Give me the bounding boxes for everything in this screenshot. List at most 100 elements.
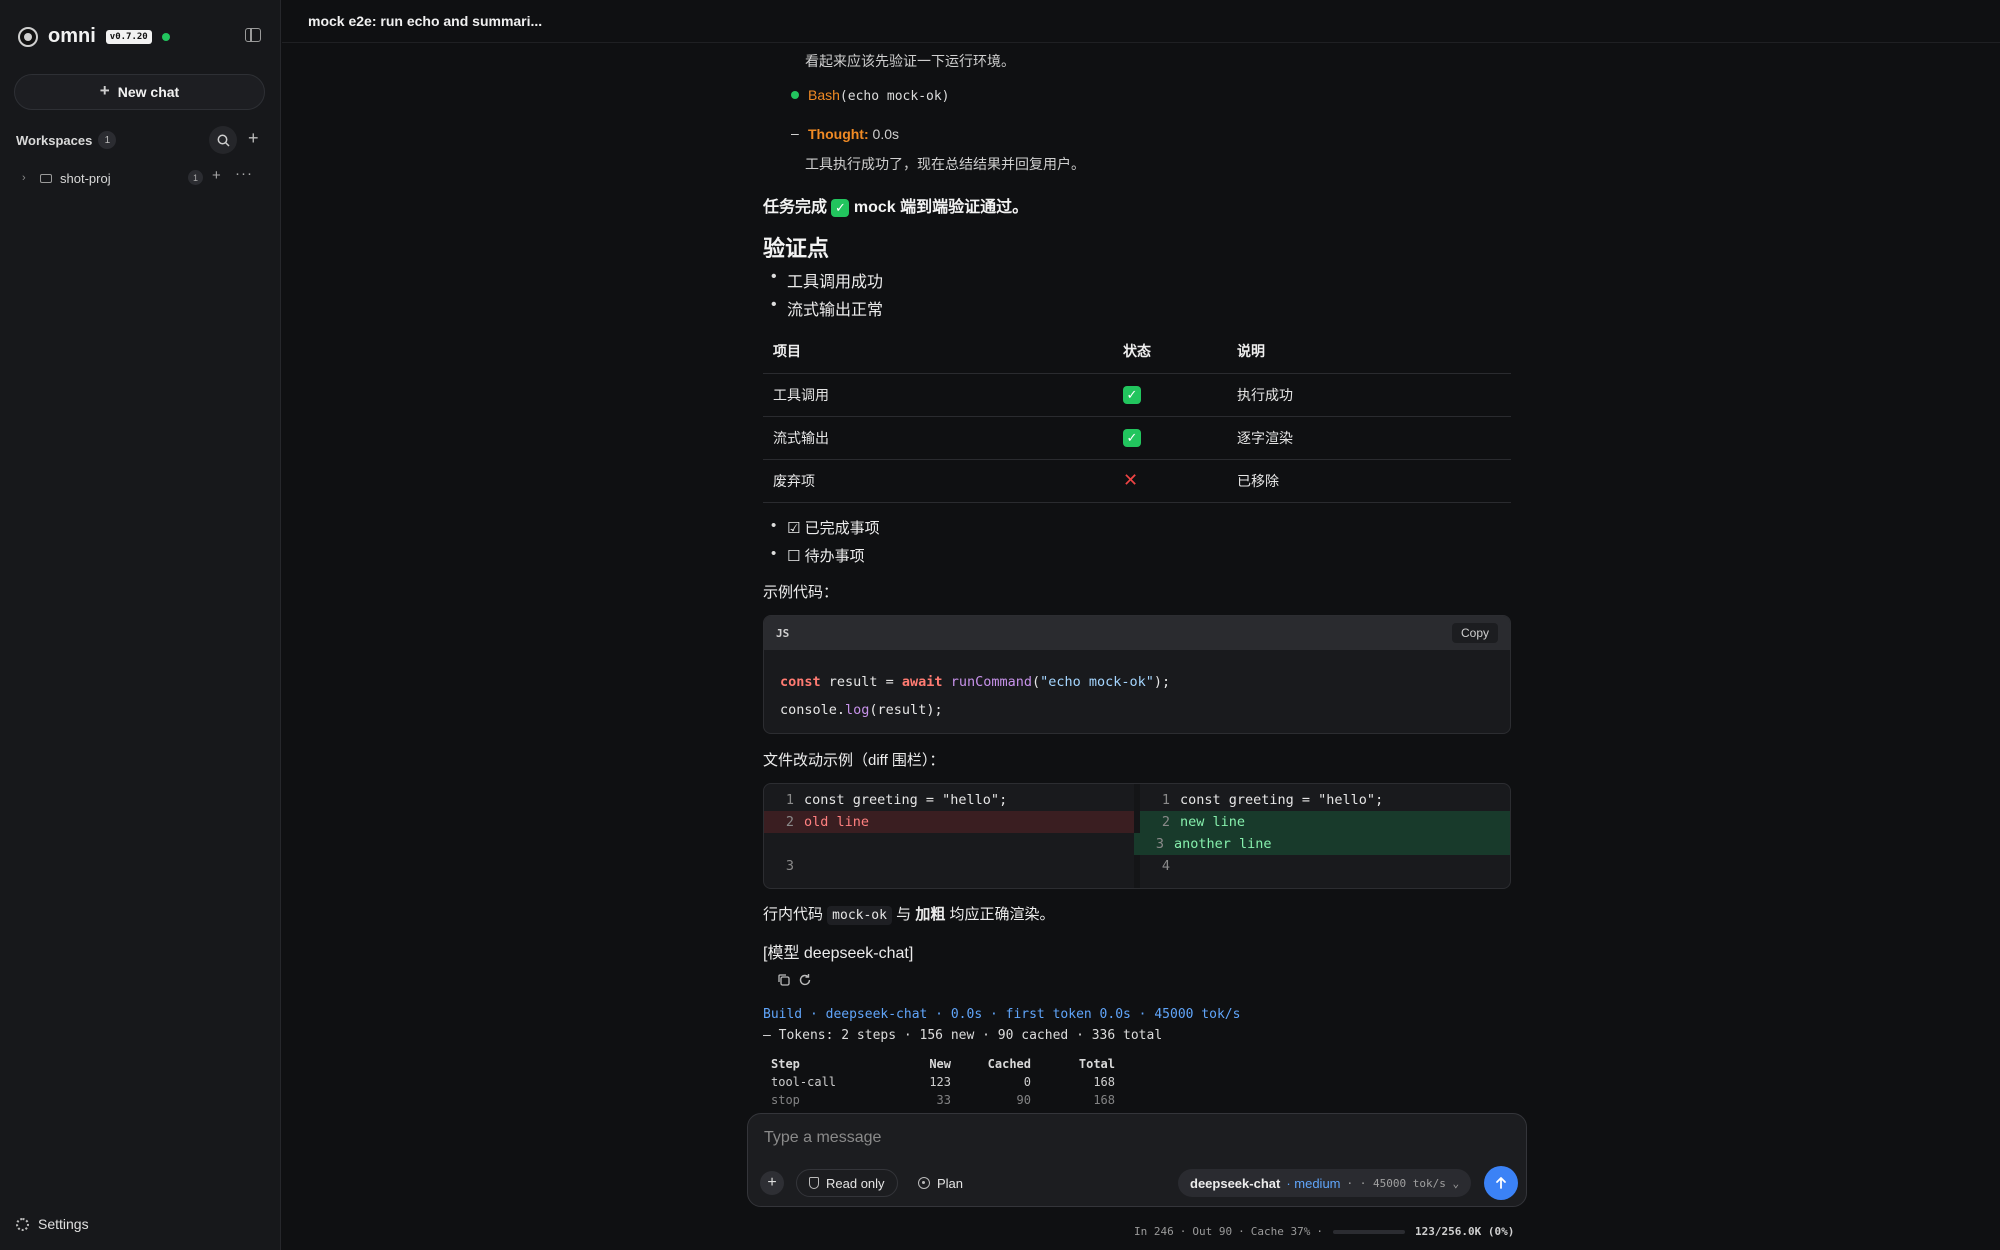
completion-summary: 任务完成 ✓ mock 端到端验证通过。 <box>763 193 1028 217</box>
code-language: JS <box>776 626 790 640</box>
thought-header: Thought: 0.0s <box>808 126 899 142</box>
table-cell: 168 <box>1093 1075 1115 1089</box>
output-tokens: Out 90 <box>1192 1225 1233 1238</box>
diff-left-row: 1 const greeting = "hello"; <box>764 789 1134 811</box>
table-cell: 168 <box>1093 1093 1115 1107</box>
code-block: JS Copy const result = await runCommand(… <box>763 615 1511 734</box>
send-button[interactable] <box>1484 1166 1518 1200</box>
line-number: 1 <box>1161 792 1170 808</box>
bash-command: (echo mock-ok) <box>839 89 950 104</box>
topbar: mock e2e: run echo and summari... <box>282 0 2000 43</box>
model-selector[interactable]: deepseek-chat · medium · · 45000 tok/s ⌄ <box>1178 1169 1472 1197</box>
workspaces-title: Workspaces <box>16 132 93 148</box>
table-row: tool-call 123 0 168 <box>771 1073 1115 1091</box>
thought-text-top: 看起来应该先验证一下运行环境。 <box>805 53 1015 69</box>
table-cell: tool-call <box>771 1075 837 1089</box>
column-header: 项目 <box>763 330 1113 374</box>
bullet-item: 流式输出正常 <box>771 296 883 320</box>
code-token: ( <box>1031 674 1041 690</box>
model-effort: · medium <box>1286 1175 1341 1191</box>
line-number: 1 <box>785 792 794 808</box>
column-header: Step <box>771 1057 800 1071</box>
table-header-row: 项目 状态 说明 <box>763 330 1511 374</box>
task-item: ☐ 待办事项 <box>771 545 865 566</box>
copy-message-icon[interactable] <box>777 973 791 987</box>
search-workspaces-button[interactable] <box>209 126 237 154</box>
check-icon: ✓ <box>1123 385 1141 404</box>
table-row: 工具调用 ✓ 执行成功 <box>763 373 1511 417</box>
column-header: 状态 <box>1113 330 1227 374</box>
code-token: "echo mock-ok" <box>1040 674 1154 690</box>
code-line: console.log(result); <box>780 696 1494 724</box>
diff-right-row: 1 const greeting = "hello"; <box>1140 789 1510 811</box>
code-token: (result); <box>869 702 943 718</box>
more-options-icon[interactable]: ··· <box>235 165 253 182</box>
diff-added-row: 3 another line <box>1134 833 1510 855</box>
plan-toggle[interactable]: Plan <box>906 1169 975 1197</box>
diff-left-row: 3 <box>764 855 1134 877</box>
omni-logo-icon <box>18 26 38 47</box>
line-number: 2 <box>785 814 794 830</box>
add-workspace-button[interactable]: + <box>248 128 259 149</box>
folder-icon <box>40 173 52 183</box>
diff-label: 文件改动示例（diff 围栏）： <box>763 752 945 769</box>
bash-tool-call[interactable]: Bash(echo mock-ok) <box>808 87 950 104</box>
check-icon: ✓ <box>831 199 850 217</box>
token-table-header: Step New Cached Total <box>771 1055 1115 1073</box>
diff-right-row: 4 <box>1140 855 1510 877</box>
code-token: runCommand <box>942 674 1032 690</box>
new-chat-label: New chat <box>117 84 180 100</box>
completion-prefix: 任务完成 <box>763 199 832 216</box>
table-cell: stop <box>771 1093 800 1107</box>
project-count-badge: 1 <box>188 170 203 185</box>
thought-collapse-toggle[interactable]: – <box>791 125 799 141</box>
add-chat-to-project-button[interactable]: + <box>212 167 221 184</box>
regenerate-icon[interactable] <box>798 973 812 987</box>
cache-rate: Cache 37% <box>1250 1225 1311 1238</box>
diff-text: another line <box>1174 836 1272 852</box>
table-row: stop 33 90 168 <box>771 1091 1115 1108</box>
attach-button[interactable]: + <box>760 1171 784 1195</box>
search-icon <box>217 134 230 147</box>
column-header: Cached <box>987 1057 1031 1071</box>
line-number: 3 <box>1155 836 1164 852</box>
chat-transcript[interactable]: 看起来应该先验证一下运行环境。 Bash(echo mock-ok) – Tho… <box>763 43 1511 1108</box>
table-cell: 90 <box>1016 1093 1031 1107</box>
project-name: shot-proj <box>60 170 111 186</box>
message-input[interactable]: Type a message <box>764 1129 881 1147</box>
line-number: 2 <box>1161 814 1170 830</box>
toggle-sidebar-icon[interactable] <box>245 28 261 42</box>
code-token: await <box>901 674 943 690</box>
diff-text: const greeting = "hello"; <box>1180 792 1384 808</box>
copy-code-button[interactable]: Copy <box>1451 623 1498 643</box>
table-cell: 已移除 <box>1227 459 1511 503</box>
diff-text: const greeting = "hello"; <box>804 792 1008 808</box>
thought-time: 0.0s <box>872 126 899 142</box>
chevron-right-icon[interactable]: › <box>22 172 32 184</box>
example-label: 示例代码： <box>763 584 839 601</box>
diff-view: 1 const greeting = "hello"; 2 old line 3 1… <box>763 783 1511 889</box>
read-only-label: Read only <box>826 1175 885 1191</box>
table-cell: 执行成功 <box>1227 373 1511 417</box>
token-summary: — Tokens: 2 steps · 156 new · 90 cached … <box>763 1028 1163 1043</box>
task-item: ☑ 已完成事项 <box>771 517 880 538</box>
task-text: 待办事项 <box>804 548 865 565</box>
version-badge: v0.7.20 <box>105 29 152 44</box>
diff-text: old line <box>804 814 870 830</box>
project-item[interactable]: › shot-proj 1 + ··· <box>22 165 262 189</box>
model-speed: · · 45000 tok/s ⌄ <box>1346 1176 1460 1190</box>
settings-button[interactable]: Settings <box>16 1216 89 1232</box>
code-body: const result = await runCommand("echo mo… <box>764 650 1510 733</box>
verification-table: 项目 状态 说明 工具调用 ✓ 执行成功 流式输出 ✓ 逐字渲染 废弃项 ✕ 已… <box>763 330 1511 503</box>
new-chat-button[interactable]: + New chat <box>14 74 265 110</box>
inline-code: mock-ok <box>827 906 892 925</box>
diff-text: new line <box>1180 814 1246 830</box>
message-composer[interactable]: Type a message + Read only Plan deepseek… <box>747 1113 1527 1207</box>
checked-box-icon: ☑ <box>787 520 801 537</box>
bullet-item: 工具调用成功 <box>771 268 883 292</box>
read-only-toggle[interactable]: Read only <box>796 1169 898 1197</box>
bold-text: 加粗 <box>915 906 946 923</box>
table-cell: 123 <box>929 1075 951 1089</box>
table-cell: 废弃项 <box>763 459 1113 503</box>
code-header: JS Copy <box>764 616 1510 650</box>
